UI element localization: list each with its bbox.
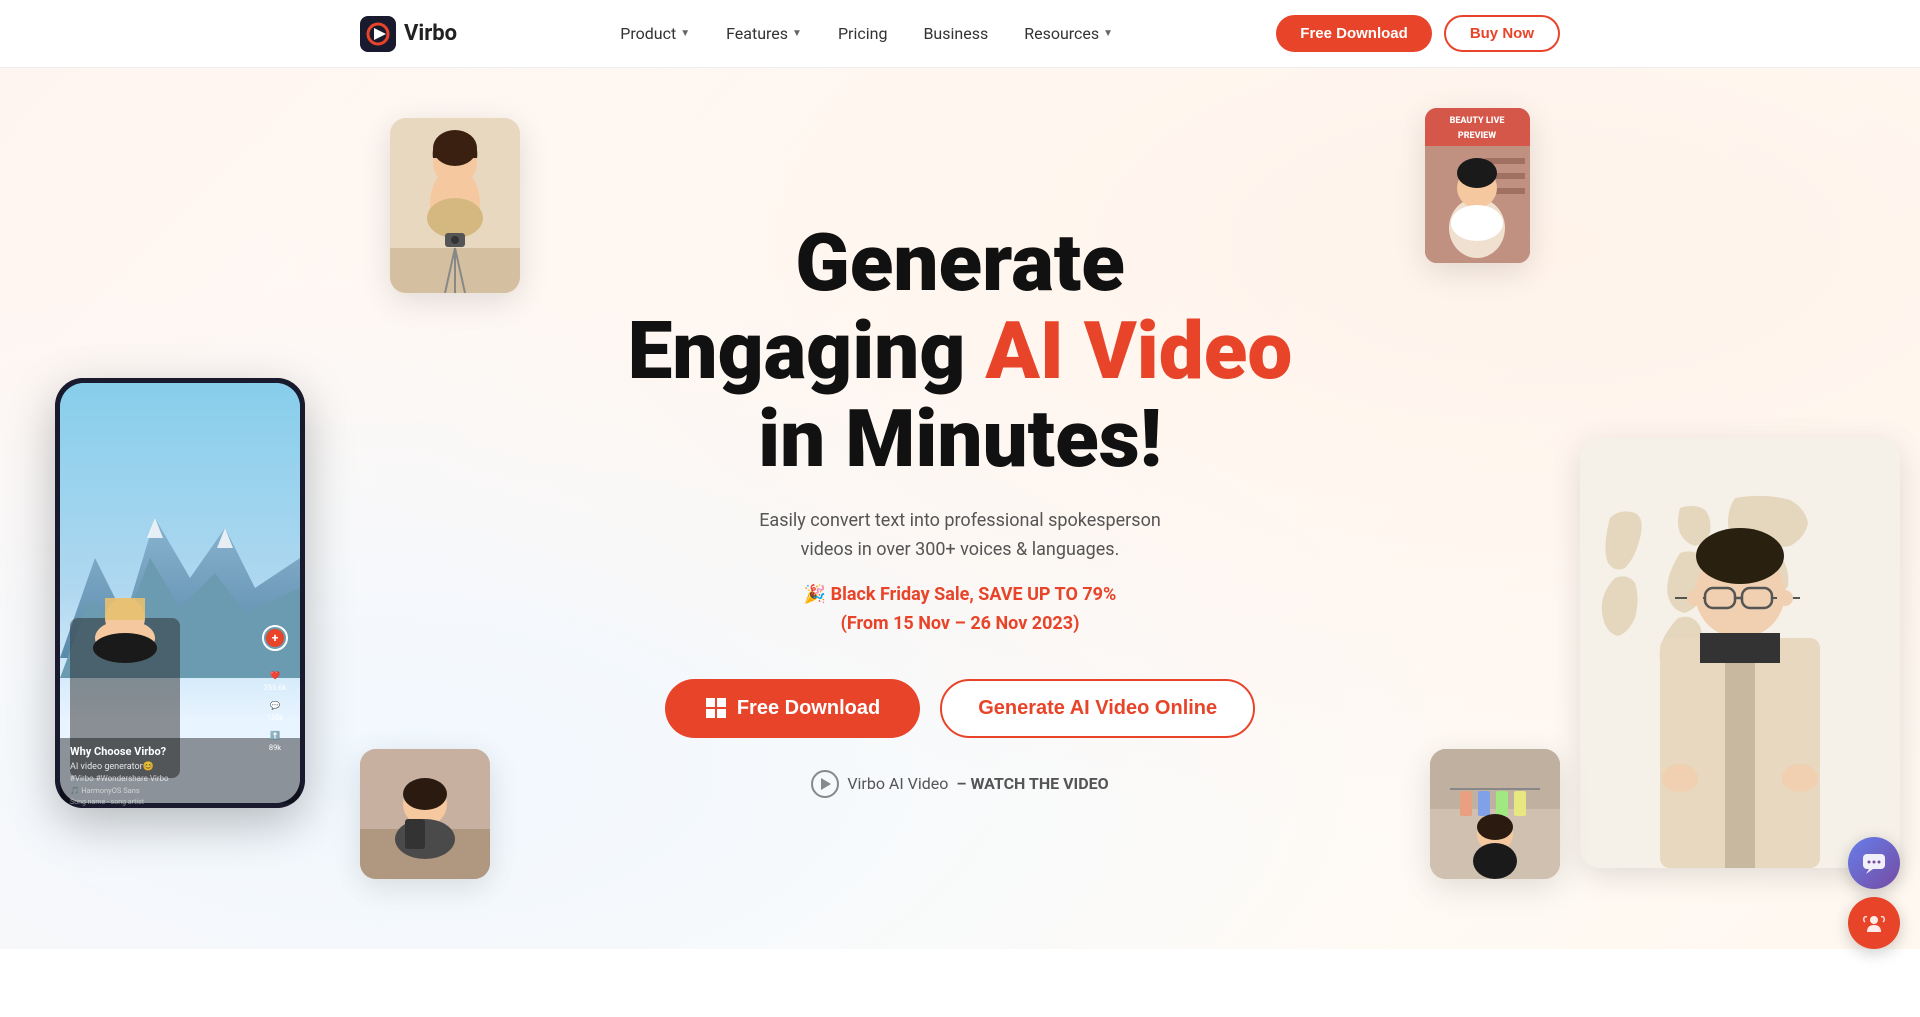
svg-text:⬆️: ⬆️ (270, 730, 280, 740)
resources-chevron: ▼ (1103, 28, 1113, 39)
hero-section: BEAUTY LIVE PREVIEW (0, 68, 1920, 949)
sale-emoji: 🎉 (804, 584, 826, 605)
hero-free-download-button[interactable]: Free Download (665, 679, 920, 738)
support-icon (1861, 910, 1887, 936)
hero-heading: Generate Engaging AI Video in Minutes! (628, 219, 1293, 483)
nav-links: Product ▼ Features ▼ Pricing Business Re… (620, 24, 1113, 43)
nav-features[interactable]: Features ▼ (726, 24, 802, 43)
watch-suffix: – WATCH THE VIDEO (956, 774, 1108, 793)
hero-subtext: Easily convert text into professional sp… (628, 507, 1293, 565)
hero-sale-promo: 🎉 Black Friday Sale, SAVE UP TO 79% (Fro… (628, 581, 1293, 639)
sale-line2: (From 15 Nov – 26 Nov 2023) (841, 613, 1080, 634)
heading-generate: Generate (795, 216, 1125, 310)
heading-ai-video: AI Video (985, 304, 1292, 398)
nav-product[interactable]: Product ▼ (620, 24, 690, 43)
svg-text:🎵 HarmonyOS Sans: 🎵 HarmonyOS Sans (70, 786, 140, 795)
chat-widget[interactable] (1848, 837, 1900, 889)
nav-business[interactable]: Business (923, 24, 988, 43)
svg-text:#Virbo #Wondershare Virbo: #Virbo #Wondershare Virbo (70, 774, 169, 783)
logo[interactable]: Virbo (360, 16, 457, 52)
product-chevron: ▼ (680, 28, 690, 39)
hero-generate-online-button[interactable]: Generate AI Video Online (940, 679, 1255, 738)
svg-text:Why Choose Virbo?: Why Choose Virbo? (70, 745, 167, 758)
hero-buttons: Free Download Generate AI Video Online (628, 679, 1293, 738)
chat-icon (1861, 850, 1887, 876)
svg-text:255.6k: 255.6k (264, 683, 287, 692)
float-card-woman-top (390, 118, 520, 293)
nav-buy-now-button[interactable]: Buy Now (1444, 15, 1560, 52)
logo-text: Virbo (404, 21, 457, 46)
svg-text:Song name - song artist: Song name - song artist (70, 798, 145, 806)
float-card-beauty-live: BEAUTY LIVE PREVIEW (1425, 108, 1530, 263)
svg-text:89k: 89k (269, 743, 281, 752)
svg-text:AI video generator😊: AI video generator😊 (70, 761, 154, 772)
hero-watch-video[interactable]: Virbo AI Video – WATCH THE VIDEO (628, 770, 1293, 798)
nav-resources[interactable]: Resources ▼ (1024, 24, 1113, 43)
nav-free-download-button[interactable]: Free Download (1276, 15, 1432, 52)
svg-text:💬: 💬 (270, 700, 280, 710)
nav-actions: Free Download Buy Now (1276, 15, 1560, 52)
navbar: Virbo Product ▼ Features ▼ Pricing Busin… (0, 0, 1920, 68)
play-circle (811, 770, 839, 798)
sale-line1: Black Friday Sale, SAVE UP TO 79% (831, 584, 1117, 605)
nav-pricing[interactable]: Pricing (838, 24, 888, 43)
heading-minutes: in Minutes! (758, 392, 1162, 486)
float-card-phone: Why Choose Virbo? AI video generator😊 #V… (55, 378, 305, 808)
svg-text:BEAUTY LIVE: BEAUTY LIVE (1450, 116, 1505, 126)
float-card-bottom-right (1430, 749, 1560, 879)
play-triangle (821, 778, 831, 790)
heading-engaging: Engaging (628, 304, 966, 398)
features-chevron: ▼ (792, 28, 802, 39)
float-card-man-right (1580, 438, 1900, 868)
svg-text:+: + (272, 631, 279, 645)
windows-icon (705, 697, 727, 719)
support-widget[interactable] (1848, 897, 1900, 949)
float-card-bottom-left (360, 749, 490, 879)
watch-label: Virbo AI Video (847, 774, 948, 793)
svg-text:120k: 120k (267, 713, 284, 722)
svg-text:❤️: ❤️ (270, 671, 280, 680)
hero-content: Generate Engaging AI Video in Minutes! E… (628, 219, 1293, 797)
svg-text:PREVIEW: PREVIEW (1458, 131, 1496, 141)
